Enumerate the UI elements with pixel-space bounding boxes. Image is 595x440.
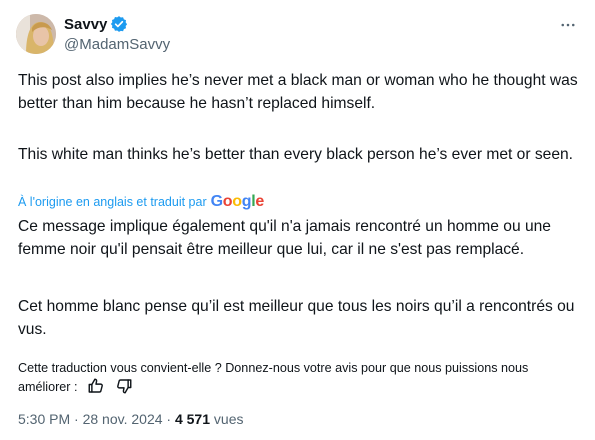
thumbs-down-icon[interactable] [115, 377, 133, 395]
verified-badge-icon[interactable] [110, 15, 128, 33]
views-count: 4 571 [174, 411, 211, 427]
tweet-date[interactable]: 28 nov. 2024 [83, 411, 163, 427]
name-row: Savvy [64, 14, 170, 34]
original-paragraph: This post also implies he’s never met a … [18, 72, 578, 112]
views-label: vues [213, 411, 244, 427]
tweet-meta: 5:30 PM · 28 nov. 2024 · 4 571 vues [18, 411, 243, 427]
tweet-time[interactable]: 5:30 PM [18, 411, 70, 427]
translation-notice: À l'origine en anglais et traduit par Go… [18, 193, 264, 211]
tweet-header: Savvy @MadamSavvy [14, 12, 585, 56]
translation-notice-text: À l'origine en anglais et traduit par [18, 195, 207, 209]
avatar[interactable] [16, 14, 56, 54]
author-names: Savvy @MadamSavvy [64, 14, 170, 54]
translation-feedback: Cette traduction vous convient-elle ? Do… [18, 360, 578, 396]
translated-paragraph: Ce message implique également qu'il n'a … [18, 218, 551, 258]
translated-paragraph: Cet homme blanc pense qu’il est meilleur… [18, 298, 575, 338]
thumbs-up-icon[interactable] [87, 377, 105, 395]
more-horizontal-icon[interactable] [555, 12, 581, 38]
author-display-name[interactable]: Savvy [64, 16, 107, 33]
original-paragraph: This white man thinks he’s better than e… [18, 146, 574, 163]
author-handle[interactable]: @MadamSavvy [64, 36, 170, 53]
meta-separator: · [74, 411, 79, 427]
google-logo[interactable]: Google [211, 193, 265, 211]
meta-separator: · [166, 411, 172, 427]
